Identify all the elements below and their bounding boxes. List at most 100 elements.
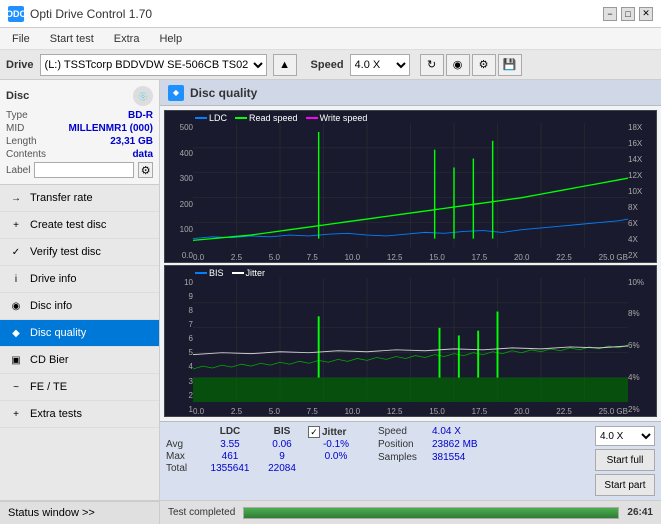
legend-read-speed-color [235, 117, 247, 119]
disc-quality-icon: ◆ [8, 325, 24, 341]
disc-length-label: Length [6, 136, 37, 147]
content-area: ◆ Disc quality LDC Read speed [160, 80, 661, 524]
bis-avg: 0.06 [260, 439, 304, 450]
sidebar-item-label-disc-info: Disc info [30, 300, 72, 312]
legend-read-speed-label: Read speed [249, 113, 298, 123]
status-text: Test completed [168, 507, 235, 518]
disc-length-row: Length 23,31 GB [6, 136, 153, 147]
sidebar-item-label-transfer-rate: Transfer rate [30, 192, 93, 204]
right-controls: 4.0 X Start full Start part [595, 426, 655, 496]
sidebar-item-disc-info[interactable]: ◉ Disc info [0, 293, 159, 320]
content-title: Disc quality [190, 86, 257, 100]
sidebar-item-label-drive-info: Drive info [30, 273, 76, 285]
disc-type-row: Type BD-R [6, 110, 153, 121]
disc-section: Disc 💿 Type BD-R MID MILLENMR1 (000) Len… [0, 80, 159, 185]
sidebar-item-drive-info[interactable]: i Drive info [0, 266, 159, 293]
chart1-y-labels-left: 500 400 300 200 100 0.0 [165, 111, 193, 262]
disc-label-label: Label [6, 165, 30, 176]
content-header-icon: ◆ [168, 85, 184, 101]
ldc-avg: 3.55 [204, 439, 256, 450]
close-button[interactable]: ✕ [639, 7, 653, 21]
stats-bar: LDC BIS ✓ Jitter Avg 3.55 0.06 -0.1% Max [160, 421, 661, 500]
sidebar-status: Status window >> [0, 500, 159, 524]
sidebar-item-transfer-rate[interactable]: → Transfer rate [0, 185, 159, 212]
bottom-bar: Test completed 26:41 [160, 500, 661, 524]
menu-file[interactable]: File [4, 31, 38, 47]
sidebar-item-label-cd-bier: CD Bier [30, 354, 69, 366]
sidebar-item-disc-quality[interactable]: ◆ Disc quality [0, 320, 159, 347]
test-speed-select[interactable]: 4.0 X [595, 426, 655, 446]
sidebar-item-fe-te[interactable]: ~ FE / TE [0, 374, 159, 401]
avg-label: Avg [166, 439, 200, 450]
create-test-disc-icon: + [8, 217, 24, 233]
speed-select[interactable]: 4.0 X [350, 54, 410, 76]
sidebar-item-label-create-test-disc: Create test disc [30, 219, 106, 231]
chart2-y-labels-left: 10 9 8 7 6 5 4 3 2 1 [165, 266, 193, 417]
extra-tests-icon: + [8, 406, 24, 422]
position-value: 23862 MB [432, 439, 478, 450]
disc-label-input[interactable] [34, 162, 134, 178]
bis-col-header: BIS [260, 426, 304, 438]
save-button[interactable]: 💾 [498, 54, 522, 76]
menu-start-test[interactable]: Start test [42, 31, 102, 47]
start-part-button[interactable]: Start part [595, 474, 655, 496]
legend-write-speed-label: Write speed [320, 113, 368, 123]
minimize-button[interactable]: − [603, 7, 617, 21]
ldc-col-header: LDC [204, 426, 256, 438]
max-label: Max [166, 451, 200, 462]
stats-max-row: Max 461 9 0.0% [166, 451, 364, 462]
samples-row: Samples 381554 [378, 452, 478, 463]
refresh-button[interactable]: ↻ [420, 54, 444, 76]
sidebar-item-cd-bier[interactable]: ▣ CD Bier [0, 347, 159, 374]
chart2-x-labels: 0.0 2.5 5.0 7.5 10.0 12.5 15.0 17.5 20.0… [193, 407, 628, 416]
chart2-y-labels-right: 10% 8% 6% 4% 2% [628, 266, 656, 417]
chart1-svg [193, 123, 628, 248]
chart2-svg [193, 278, 628, 403]
jitter-max: 0.0% [308, 451, 364, 462]
start-full-button[interactable]: Start full [595, 449, 655, 471]
chart1-legend: LDC Read speed Write speed [195, 113, 367, 123]
info-button[interactable]: ◉ [446, 54, 470, 76]
jitter-checkbox[interactable]: ✓ [308, 426, 320, 438]
speed-key: Speed [378, 426, 428, 437]
disc-type-label: Type [6, 110, 28, 121]
status-window-button[interactable]: Status window >> [0, 501, 159, 524]
content-header: ◆ Disc quality [160, 80, 661, 106]
disc-contents-label: Contents [6, 149, 46, 160]
sidebar-item-extra-tests[interactable]: + Extra tests [0, 401, 159, 428]
disc-length-value: 23,31 GB [110, 136, 153, 147]
bis-max: 9 [260, 451, 304, 462]
status-window-label: Status window >> [8, 507, 95, 519]
progress-bar-container [243, 507, 619, 519]
menu-help[interactable]: Help [151, 31, 190, 47]
disc-contents-row: Contents data [6, 149, 153, 160]
disc-contents-value: data [132, 149, 153, 160]
disc-icon: 💿 [133, 86, 153, 106]
disc-section-title: Disc [6, 90, 29, 102]
bis-total: 22084 [260, 463, 304, 474]
ldc-max: 461 [204, 451, 256, 462]
legend-jitter-label: Jitter [246, 268, 266, 278]
disc-header: Disc 💿 [6, 86, 153, 106]
eject-button[interactable]: ▲ [273, 54, 297, 76]
sidebar-item-label-fe-te: FE / TE [30, 381, 67, 393]
disc-label-button[interactable]: ⚙ [138, 162, 153, 178]
sidebar-item-verify-test-disc[interactable]: ✓ Verify test disc [0, 239, 159, 266]
menu-extra[interactable]: Extra [106, 31, 148, 47]
settings-button[interactable]: ⚙ [472, 54, 496, 76]
sidebar-item-label-extra-tests: Extra tests [30, 408, 82, 420]
legend-ldc: LDC [195, 113, 227, 123]
disc-mid-value: MILLENMR1 (000) [69, 123, 153, 134]
legend-bis-label: BIS [209, 268, 224, 278]
sidebar-item-create-test-disc[interactable]: + Create test disc [0, 212, 159, 239]
legend-bis-color [195, 272, 207, 274]
total-label: Total [166, 463, 200, 474]
app-title: Opti Drive Control 1.70 [30, 7, 152, 21]
transfer-rate-icon: → [8, 190, 24, 206]
drive-info-icon: i [8, 271, 24, 287]
sidebar: Disc 💿 Type BD-R MID MILLENMR1 (000) Len… [0, 80, 160, 524]
drive-select[interactable]: (L:) TSSTcorp BDDVDW SE-506CB TS02 [40, 54, 267, 76]
charts-container: LDC Read speed Write speed 500 400 300 [160, 106, 661, 421]
maximize-button[interactable]: □ [621, 7, 635, 21]
speed-row: Speed 4.04 X [378, 426, 478, 437]
